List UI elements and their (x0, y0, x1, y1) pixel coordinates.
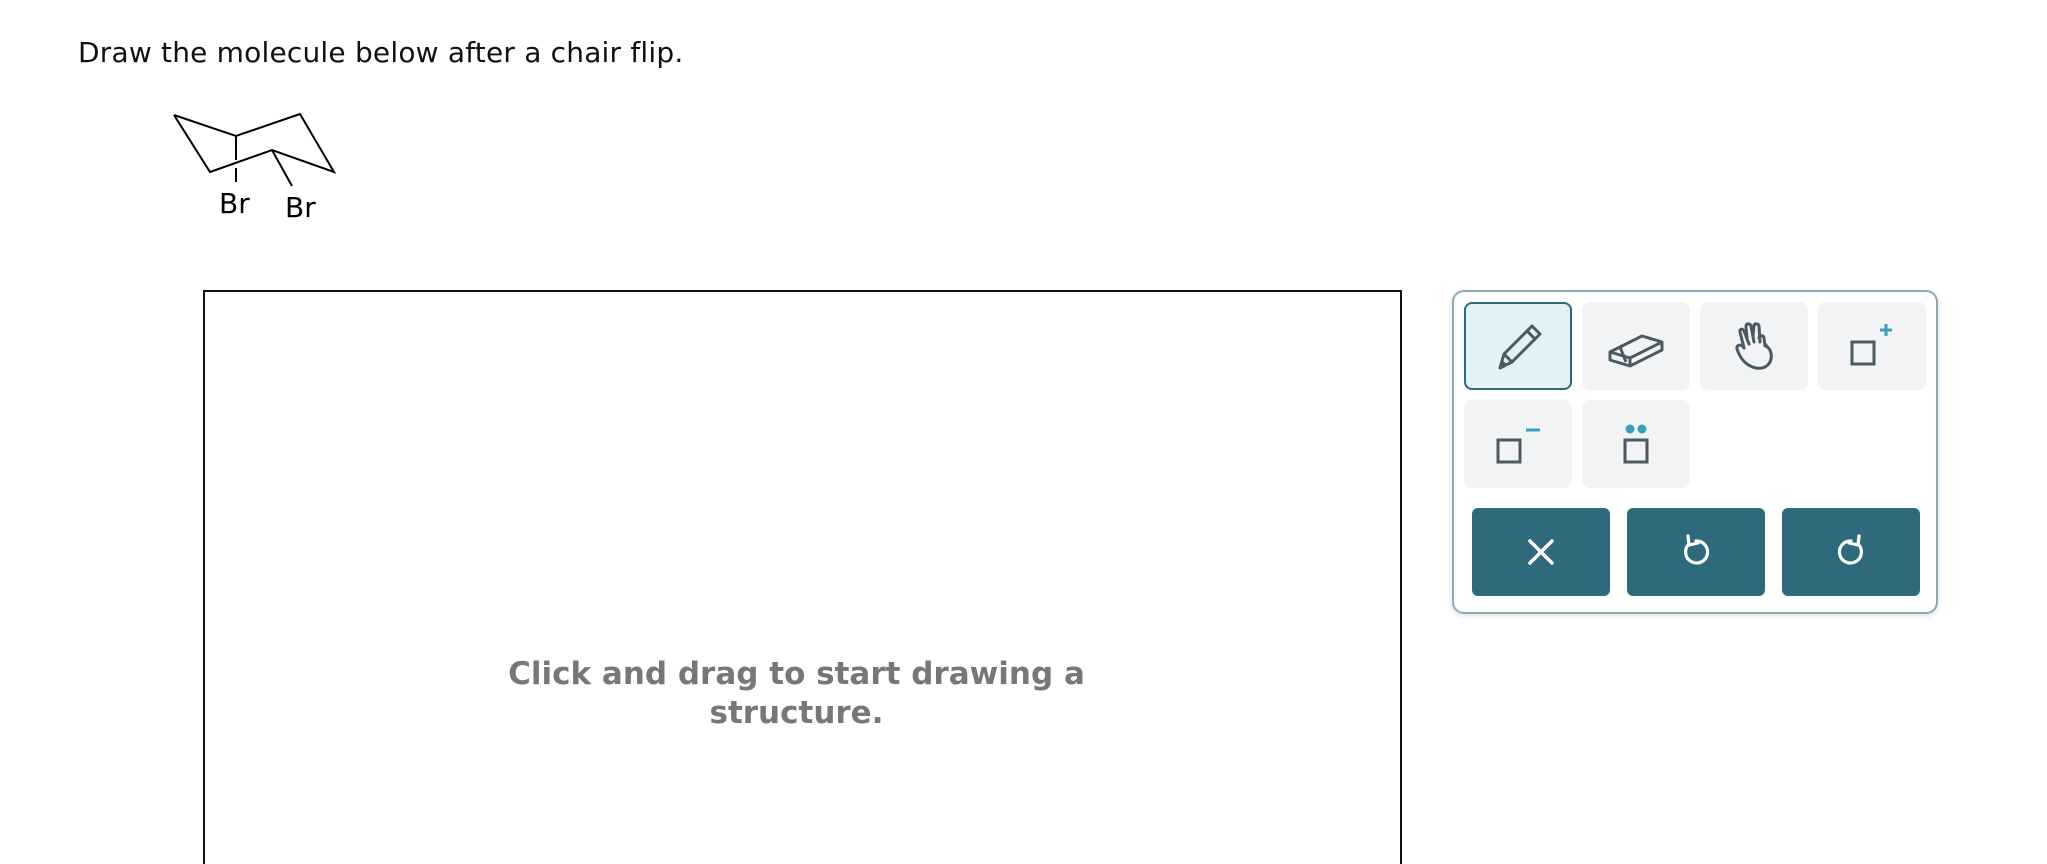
question-prompt: Draw the molecule below after a chair fl… (78, 36, 684, 69)
close-icon (1528, 539, 1554, 565)
molecule-structure: Br Br (160, 100, 360, 240)
eraser-icon (1608, 334, 1664, 368)
page: Draw the molecule below after a chair fl… (0, 0, 2047, 864)
undo-icon (1684, 534, 1710, 565)
eraser-tool-button[interactable] (1582, 302, 1690, 390)
pencil-tool-button[interactable] (1464, 302, 1572, 390)
positive-charge-tool-button[interactable] (1818, 302, 1926, 390)
negative-charge-icon (1496, 428, 1540, 464)
bromine-label-equatorial: Br (285, 191, 316, 224)
undo-button[interactable] (1627, 508, 1765, 596)
drawing-toolbar (1452, 290, 1938, 614)
drawing-canvas[interactable]: Click and drag to start drawing a struct… (203, 290, 1402, 864)
lone-pair-icon (1623, 424, 1649, 464)
redo-icon (1837, 534, 1863, 565)
redo-button[interactable] (1782, 508, 1920, 596)
canvas-hint: Click and drag to start drawing a struct… (205, 655, 1400, 733)
canvas-hint-text: Click and drag to start drawing a struct… (508, 656, 1085, 731)
pencil-icon (1498, 324, 1542, 370)
negative-charge-tool-button[interactable] (1464, 400, 1572, 488)
hand-tool-button[interactable] (1700, 302, 1808, 390)
clear-button[interactable] (1472, 508, 1610, 596)
bromine-label-axial: Br (219, 187, 250, 220)
lone-pair-tool-button[interactable] (1582, 400, 1690, 488)
hand-icon (1735, 322, 1773, 370)
positive-charge-icon (1850, 324, 1892, 366)
chair-cyclohexane-bonds (173, 112, 337, 187)
